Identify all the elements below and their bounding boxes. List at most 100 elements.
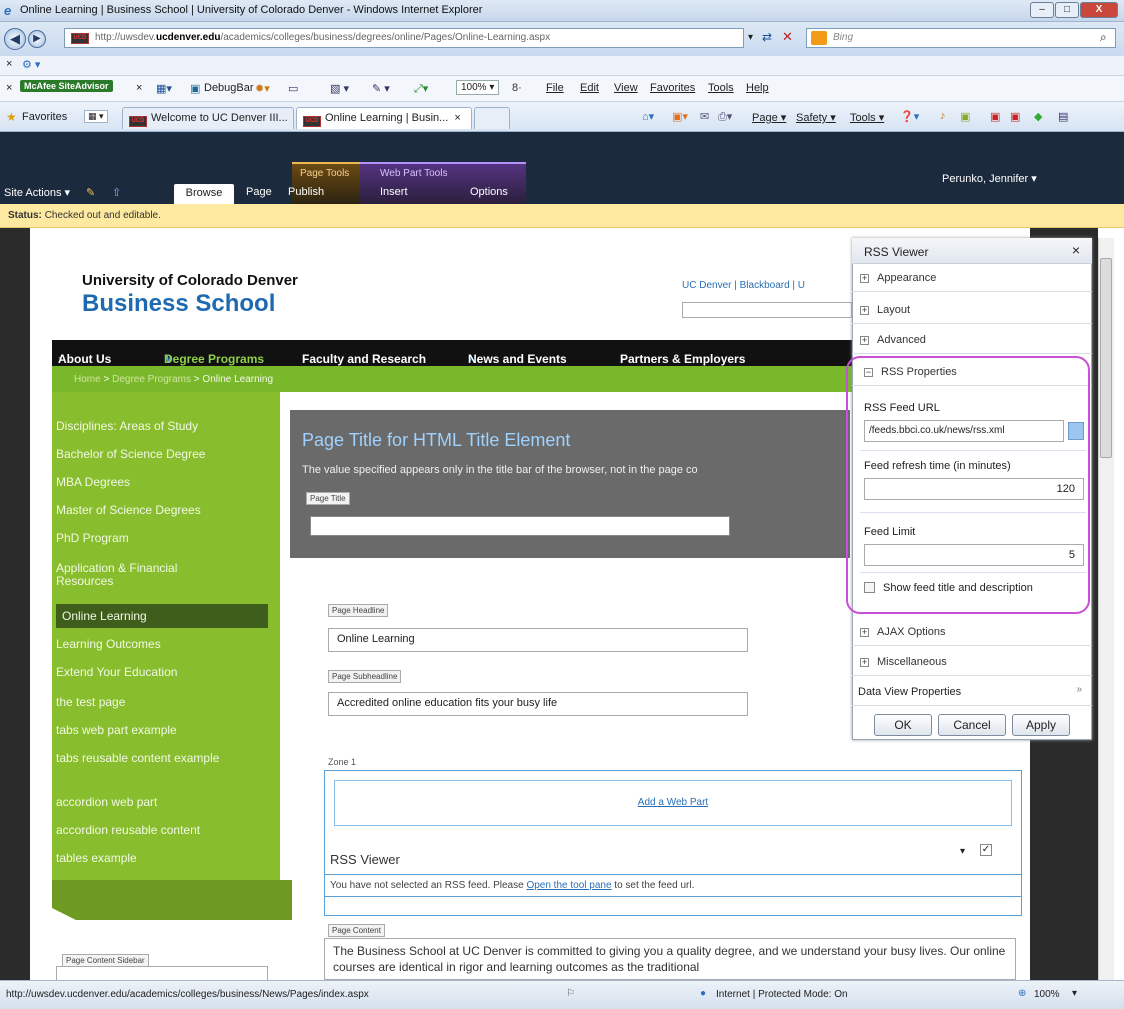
leftnav-item-accordion-reusable[interactable]: accordion reusable content bbox=[56, 824, 270, 837]
menu-view[interactable]: View bbox=[614, 82, 638, 94]
tools-menu[interactable]: Tools ▾ bbox=[850, 111, 884, 124]
quick-tabs-icon[interactable]: ▦ ▾ bbox=[84, 110, 108, 123]
tab-close-icon[interactable]: × bbox=[454, 112, 460, 124]
zoom-dropdown-icon[interactable]: ▾ bbox=[1072, 988, 1077, 999]
search-icon[interactable]: ⌕ bbox=[1100, 30, 1107, 45]
toolbar-grid-icon[interactable]: ▦▾ bbox=[156, 82, 172, 95]
webpart-select-checkbox[interactable]: ✓ bbox=[980, 844, 992, 856]
close-toolbar-icon[interactable]: × bbox=[6, 58, 12, 70]
edit-page-icon[interactable]: ✎ bbox=[86, 186, 95, 199]
leftnav-item-extend[interactable]: Extend Your Education bbox=[56, 666, 270, 679]
toolbar-resize-icon[interactable]: ⤢▾ bbox=[414, 82, 428, 96]
address-dropdown-icon[interactable]: ▾ bbox=[748, 32, 753, 43]
leftnav-item-master[interactable]: Master of Science Degrees bbox=[56, 504, 270, 517]
back-button[interactable]: ◀ bbox=[4, 28, 26, 50]
navigate-up-icon[interactable]: ⇧ bbox=[112, 186, 121, 199]
section-layout[interactable]: + Layout bbox=[852, 298, 1092, 324]
debugbar-button[interactable]: DebugBar bbox=[204, 82, 254, 94]
close-toolbar-icon[interactable]: × bbox=[136, 82, 142, 94]
search-input[interactable]: Bing bbox=[806, 28, 1116, 48]
leftnav-item-disciplines[interactable]: Disciplines: Areas of Study bbox=[56, 420, 270, 433]
tab-browse[interactable]: Browse bbox=[174, 184, 234, 204]
addon-icon-6[interactable]: ▤ bbox=[1058, 110, 1068, 123]
menu-favorites[interactable]: Favorites bbox=[650, 82, 695, 94]
school-name[interactable]: Business School bbox=[82, 290, 275, 318]
page-headline-input[interactable]: Online Learning bbox=[328, 628, 748, 652]
stop-icon[interactable]: ✕ bbox=[782, 29, 793, 45]
tab-online-learning[interactable]: UCD Online Learning | Busin... × bbox=[296, 107, 472, 129]
mcafee-button[interactable]: McAfee SiteAdvisor bbox=[20, 80, 113, 92]
sidebar-box[interactable] bbox=[56, 966, 268, 980]
tab-welcome[interactable]: UCD Welcome to UC Denver III... bbox=[122, 107, 294, 129]
section-ajax-options[interactable]: + AJAX Options bbox=[852, 620, 1092, 646]
leftnav-item-application[interactable]: Application & Financial Resources bbox=[56, 562, 236, 588]
apply-button[interactable]: Apply bbox=[1012, 714, 1070, 736]
data-view-properties[interactable]: Data View Properties » bbox=[852, 680, 1092, 706]
status-zoom[interactable]: 100% bbox=[1034, 989, 1060, 1000]
addon-icon-1[interactable]: ♪ bbox=[940, 110, 946, 122]
cancel-button[interactable]: Cancel bbox=[938, 714, 1006, 736]
ok-button[interactable]: OK bbox=[874, 714, 932, 736]
leftnav-item-test-page[interactable]: the test page bbox=[56, 696, 270, 709]
help-icon[interactable]: ❓▾ bbox=[900, 110, 919, 123]
leftnav-item-online-learning[interactable]: Online Learning bbox=[56, 604, 268, 628]
zoom-select[interactable]: 100% ▾ bbox=[456, 80, 500, 95]
close-toolbar-icon[interactable]: × bbox=[6, 82, 12, 94]
page-menu[interactable]: Page ▾ bbox=[752, 111, 786, 124]
breadcrumb-degrees[interactable]: Degree Programs bbox=[112, 374, 191, 385]
section-appearance[interactable]: + Appearance bbox=[852, 266, 1092, 292]
security-zone[interactable]: Internet | Protected Mode: On bbox=[716, 989, 848, 1000]
toolbar-target-icon[interactable]: ✹▾ bbox=[255, 82, 270, 95]
leftnav-item-outcomes[interactable]: Learning Outcomes bbox=[56, 638, 270, 651]
add-web-part-link[interactable]: Add a Web Part bbox=[638, 797, 708, 808]
toolbar-image-icon[interactable]: ▧ ▾ bbox=[330, 82, 349, 95]
ie-addon-icon[interactable]: ⚙ ▾ bbox=[22, 58, 40, 71]
new-tab[interactable] bbox=[474, 107, 510, 129]
webpart-menu-icon[interactable]: ▾ bbox=[960, 846, 965, 857]
section-advanced[interactable]: + Advanced bbox=[852, 328, 1092, 354]
tab-page[interactable]: Page bbox=[246, 186, 272, 198]
maximize-button[interactable]: □ bbox=[1055, 2, 1079, 18]
home-icon[interactable]: ⌂▾ bbox=[642, 110, 654, 123]
leftnav-item-tables[interactable]: tables example bbox=[56, 852, 270, 865]
tab-insert[interactable]: Insert bbox=[380, 186, 408, 198]
addon-icon-5[interactable]: ◆ bbox=[1034, 110, 1042, 123]
leftnav-item-bachelor[interactable]: Bachelor of Science Degree bbox=[56, 448, 270, 461]
toolbar-window-icon[interactable]: ▭ bbox=[288, 82, 298, 95]
menu-edit[interactable]: Edit bbox=[580, 82, 599, 94]
toolbar-pen-icon[interactable]: ✎ ▾ bbox=[372, 82, 390, 95]
tab-publish[interactable]: Publish bbox=[288, 186, 324, 198]
leftnav-item-accordion-webpart[interactable]: accordion web part bbox=[56, 796, 270, 809]
page-title-input[interactable] bbox=[310, 516, 730, 536]
leftnav-item-mba[interactable]: MBA Degrees bbox=[56, 476, 270, 489]
site-actions-menu[interactable]: Site Actions ▾ bbox=[4, 186, 70, 199]
open-tool-pane-link[interactable]: Open the tool pane bbox=[526, 880, 611, 891]
mail-icon[interactable]: ✉ bbox=[700, 110, 709, 123]
address-input[interactable]: UCD http://uwsdev.ucdenver.edu/academics… bbox=[64, 28, 744, 48]
tool-pane-close-button[interactable]: × bbox=[1072, 242, 1080, 258]
safety-menu[interactable]: Safety ▾ bbox=[796, 111, 836, 124]
leftnav-item-tabs-reusable[interactable]: tabs reusable content example bbox=[56, 752, 236, 765]
feeds-icon[interactable]: ▣▾ bbox=[672, 110, 688, 123]
leftnav-item-tabs-webpart[interactable]: tabs web part example bbox=[56, 724, 270, 737]
addon-icon-4[interactable]: ▣ bbox=[1010, 110, 1020, 123]
print-icon[interactable]: ⎙▾ bbox=[718, 110, 732, 124]
page-content-editor[interactable]: The Business School at UC Denver is comm… bbox=[324, 938, 1016, 980]
breadcrumb-home[interactable]: Home bbox=[74, 374, 101, 385]
forward-button[interactable]: ▶ bbox=[28, 30, 46, 48]
top-links[interactable]: UC Denver | Blackboard | U bbox=[682, 280, 805, 291]
section-miscellaneous[interactable]: + Miscellaneous bbox=[852, 650, 1092, 676]
favorites-star-icon[interactable]: ★ bbox=[6, 110, 17, 124]
leftnav-item-phd[interactable]: PhD Program bbox=[56, 532, 270, 545]
site-search-input[interactable] bbox=[682, 302, 852, 318]
addon-icon-2[interactable]: ▣ bbox=[960, 110, 970, 123]
scrollbar-thumb[interactable] bbox=[1100, 258, 1112, 458]
toolbar-help-icon[interactable]: 8· bbox=[512, 82, 522, 94]
page-subheadline-input[interactable]: Accredited online education fits your bu… bbox=[328, 692, 748, 716]
menu-help[interactable]: Help bbox=[746, 82, 769, 94]
tab-options[interactable]: Options bbox=[470, 186, 508, 198]
zoom-icon[interactable]: ⊕ bbox=[1018, 988, 1026, 999]
menu-tools[interactable]: Tools bbox=[708, 82, 734, 94]
addon-icon-3[interactable]: ▣ bbox=[990, 110, 1000, 123]
menu-file[interactable]: File bbox=[546, 82, 564, 94]
